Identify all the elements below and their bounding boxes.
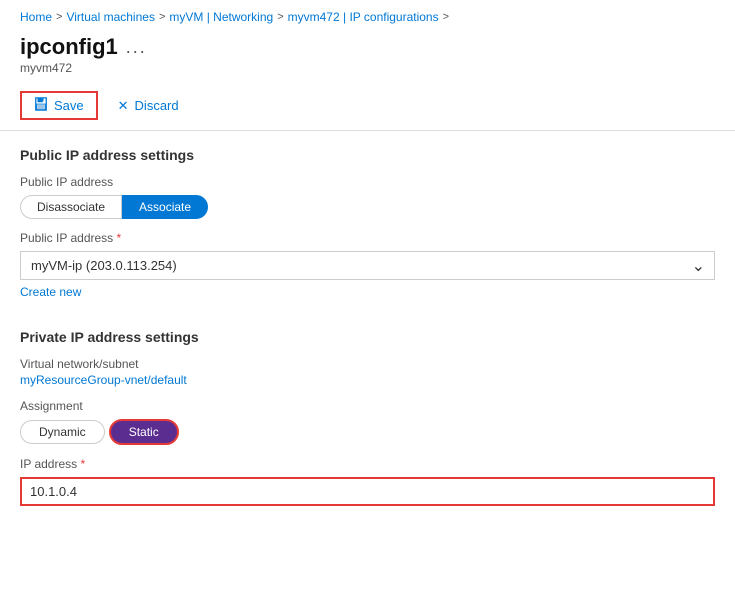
assignment-toggle-group: Dynamic Static bbox=[20, 419, 715, 445]
toolbar: Save ✕ Discard bbox=[0, 81, 735, 131]
dynamic-button[interactable]: Dynamic bbox=[20, 420, 105, 444]
discard-icon: ✕ bbox=[118, 98, 129, 114]
assignment-label: Assignment bbox=[20, 399, 715, 413]
public-ip-toggle-group: Disassociate Associate bbox=[20, 195, 715, 219]
private-ip-section-title: Private IP address settings bbox=[20, 329, 715, 345]
public-ip-section: Public IP address settings Public IP add… bbox=[20, 147, 715, 315]
breadcrumb-sep-3: > bbox=[277, 11, 283, 23]
save-icon bbox=[34, 97, 48, 114]
breadcrumb-sep-4: > bbox=[443, 11, 449, 23]
public-ip-section-title: Public IP address settings bbox=[20, 147, 715, 163]
breadcrumb-sep-1: > bbox=[56, 11, 62, 23]
private-ip-section: Private IP address settings Virtual netw… bbox=[20, 329, 715, 506]
discard-button[interactable]: ✕ Discard bbox=[106, 94, 191, 118]
breadcrumb-sep-2: > bbox=[159, 11, 165, 23]
page-title: ipconfig1 bbox=[20, 34, 118, 60]
breadcrumb-vms[interactable]: Virtual machines bbox=[66, 10, 155, 24]
content-area: Public IP address settings Public IP add… bbox=[0, 131, 735, 536]
public-ip-select-wrapper: myVM-ip (203.0.113.254) bbox=[20, 251, 715, 280]
breadcrumb: Home > Virtual machines > myVM | Network… bbox=[0, 0, 735, 30]
save-button[interactable]: Save bbox=[20, 91, 98, 120]
breadcrumb-home[interactable]: Home bbox=[20, 10, 52, 24]
ip-address-label: IP address bbox=[20, 457, 715, 471]
associate-button[interactable]: Associate bbox=[122, 195, 208, 219]
public-ip-label: Public IP address bbox=[20, 175, 715, 189]
discard-label: Discard bbox=[135, 98, 179, 113]
page-subtitle: myvm472 bbox=[20, 61, 715, 75]
page-title-container: ipconfig1 ... bbox=[20, 34, 715, 60]
breadcrumb-networking[interactable]: myVM | Networking bbox=[169, 10, 273, 24]
subnet-label: Virtual network/subnet bbox=[20, 357, 715, 371]
subnet-link[interactable]: myResourceGroup-vnet/default bbox=[20, 373, 715, 387]
save-label: Save bbox=[54, 98, 84, 113]
ip-address-input[interactable] bbox=[20, 477, 715, 506]
public-ip-select[interactable]: myVM-ip (203.0.113.254) bbox=[20, 251, 715, 280]
create-new-link[interactable]: Create new bbox=[20, 285, 81, 299]
breadcrumb-ipconfigs[interactable]: myvm472 | IP configurations bbox=[288, 10, 439, 24]
static-button[interactable]: Static bbox=[109, 419, 179, 445]
page-header: ipconfig1 ... myvm472 bbox=[0, 30, 735, 77]
page-title-ellipsis[interactable]: ... bbox=[126, 37, 147, 58]
disassociate-button[interactable]: Disassociate bbox=[20, 195, 122, 219]
public-ip-dropdown-label: Public IP address bbox=[20, 231, 715, 245]
